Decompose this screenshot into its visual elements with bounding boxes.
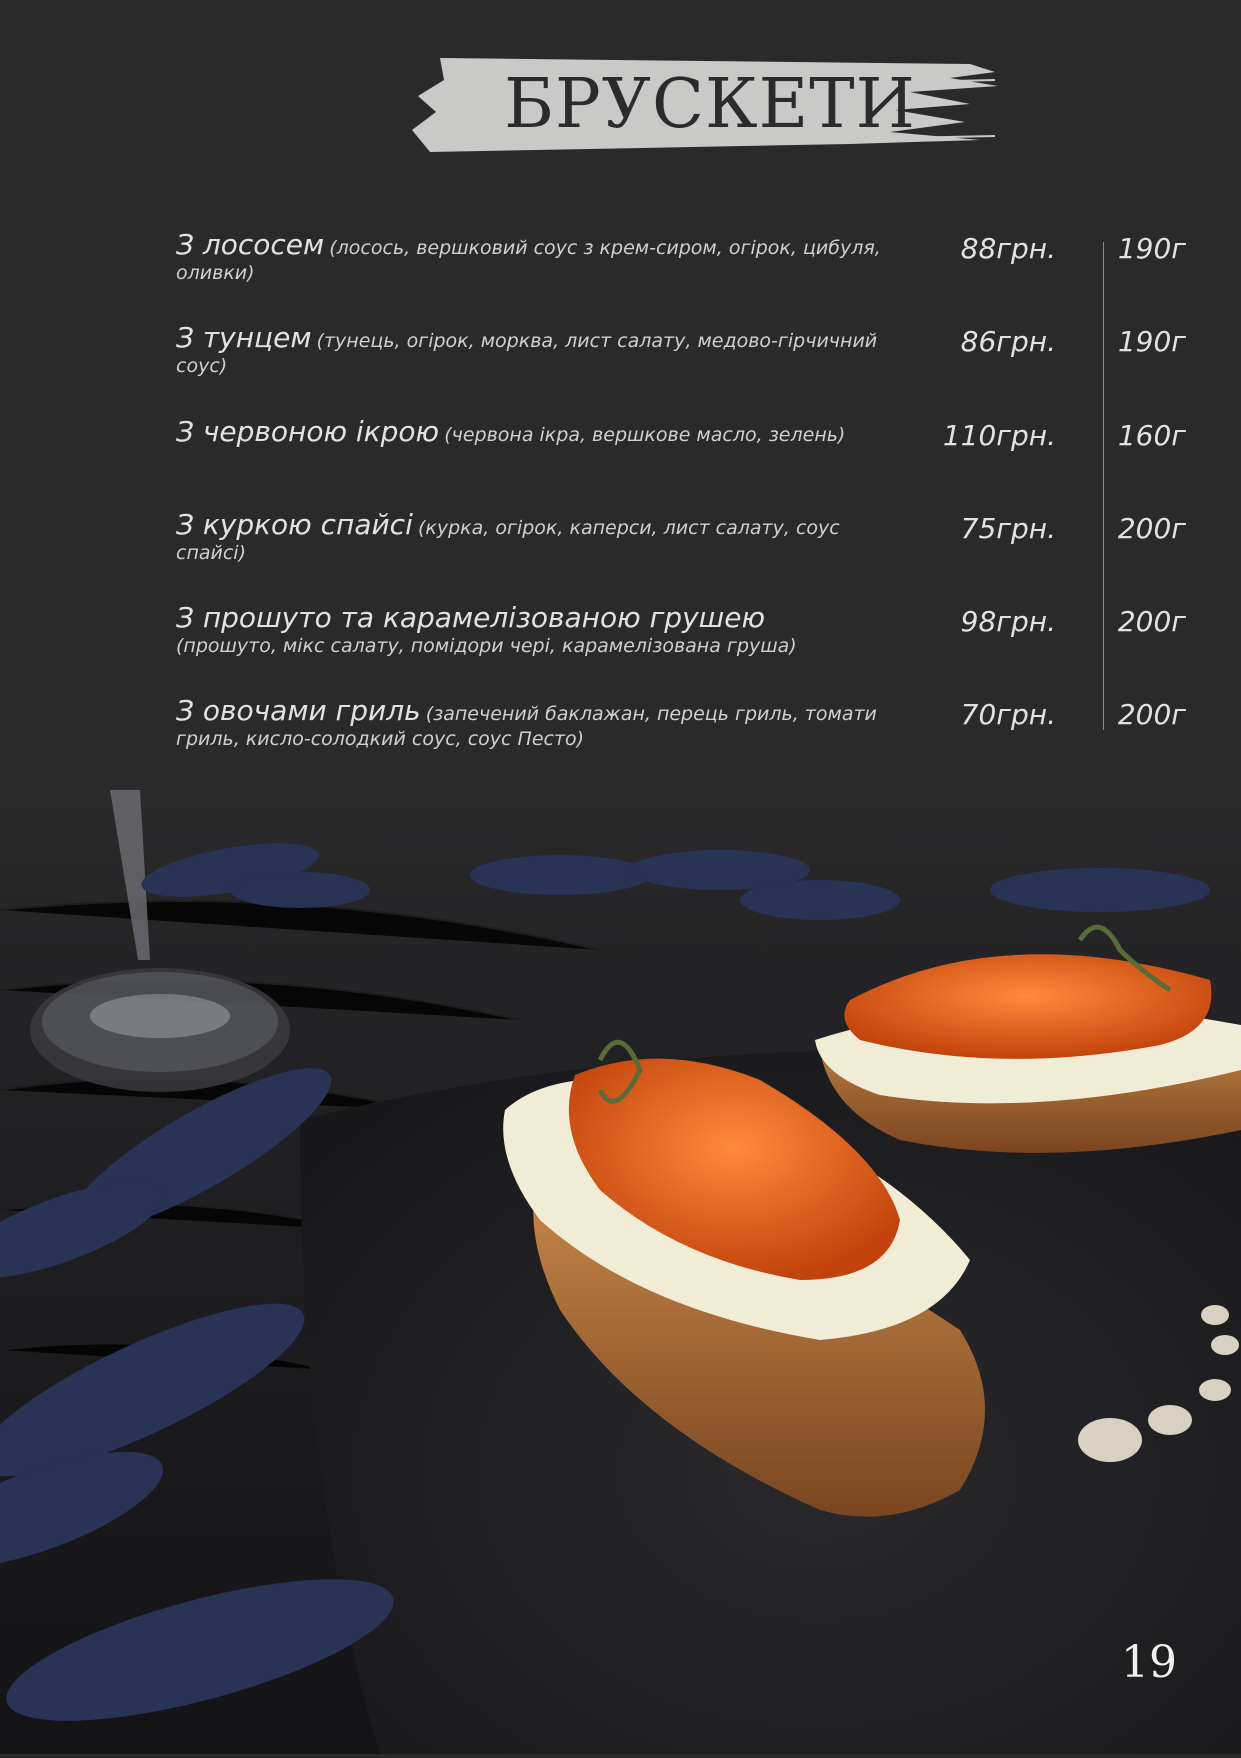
item-ingredients: (червона ікра, вершкове масло, зелень): [444, 424, 846, 446]
item-weight: 190г: [1117, 232, 1186, 265]
item-price: 110грн.: [942, 419, 1056, 452]
item-price: 75грн.: [960, 512, 1056, 545]
item-price: 86грн.: [960, 325, 1056, 358]
item-price: 70грн.: [960, 698, 1056, 731]
item-weight: 200г: [1117, 512, 1186, 545]
item-name: З куркою спайсі: [176, 508, 413, 541]
item-name: З лососем: [176, 228, 325, 261]
page-title-banner: БРУСКЕТИ: [410, 52, 1000, 156]
item-name: З прошуто та карамелізованою грушею: [176, 601, 766, 634]
item-weight: 200г: [1117, 605, 1186, 638]
page-title: БРУСКЕТИ: [504, 64, 916, 144]
page-number: 19: [1121, 1637, 1177, 1688]
item-ingredients: (прошуто, мікс салату, помідори чері, ка…: [176, 635, 797, 657]
item-weight: 190г: [1117, 325, 1186, 358]
item-price: 98грн.: [960, 605, 1056, 638]
item-name: З червоною ікрою: [176, 415, 440, 448]
item-price: 88грн.: [960, 232, 1056, 265]
item-name: З тунцем: [176, 321, 312, 354]
item-weight: 200г: [1117, 698, 1186, 731]
item-weight: 160г: [1117, 419, 1186, 452]
column-divider: [1103, 242, 1104, 730]
item-name: З овочами гриль: [176, 694, 421, 727]
bruschetta-photo: [0, 790, 1241, 1754]
